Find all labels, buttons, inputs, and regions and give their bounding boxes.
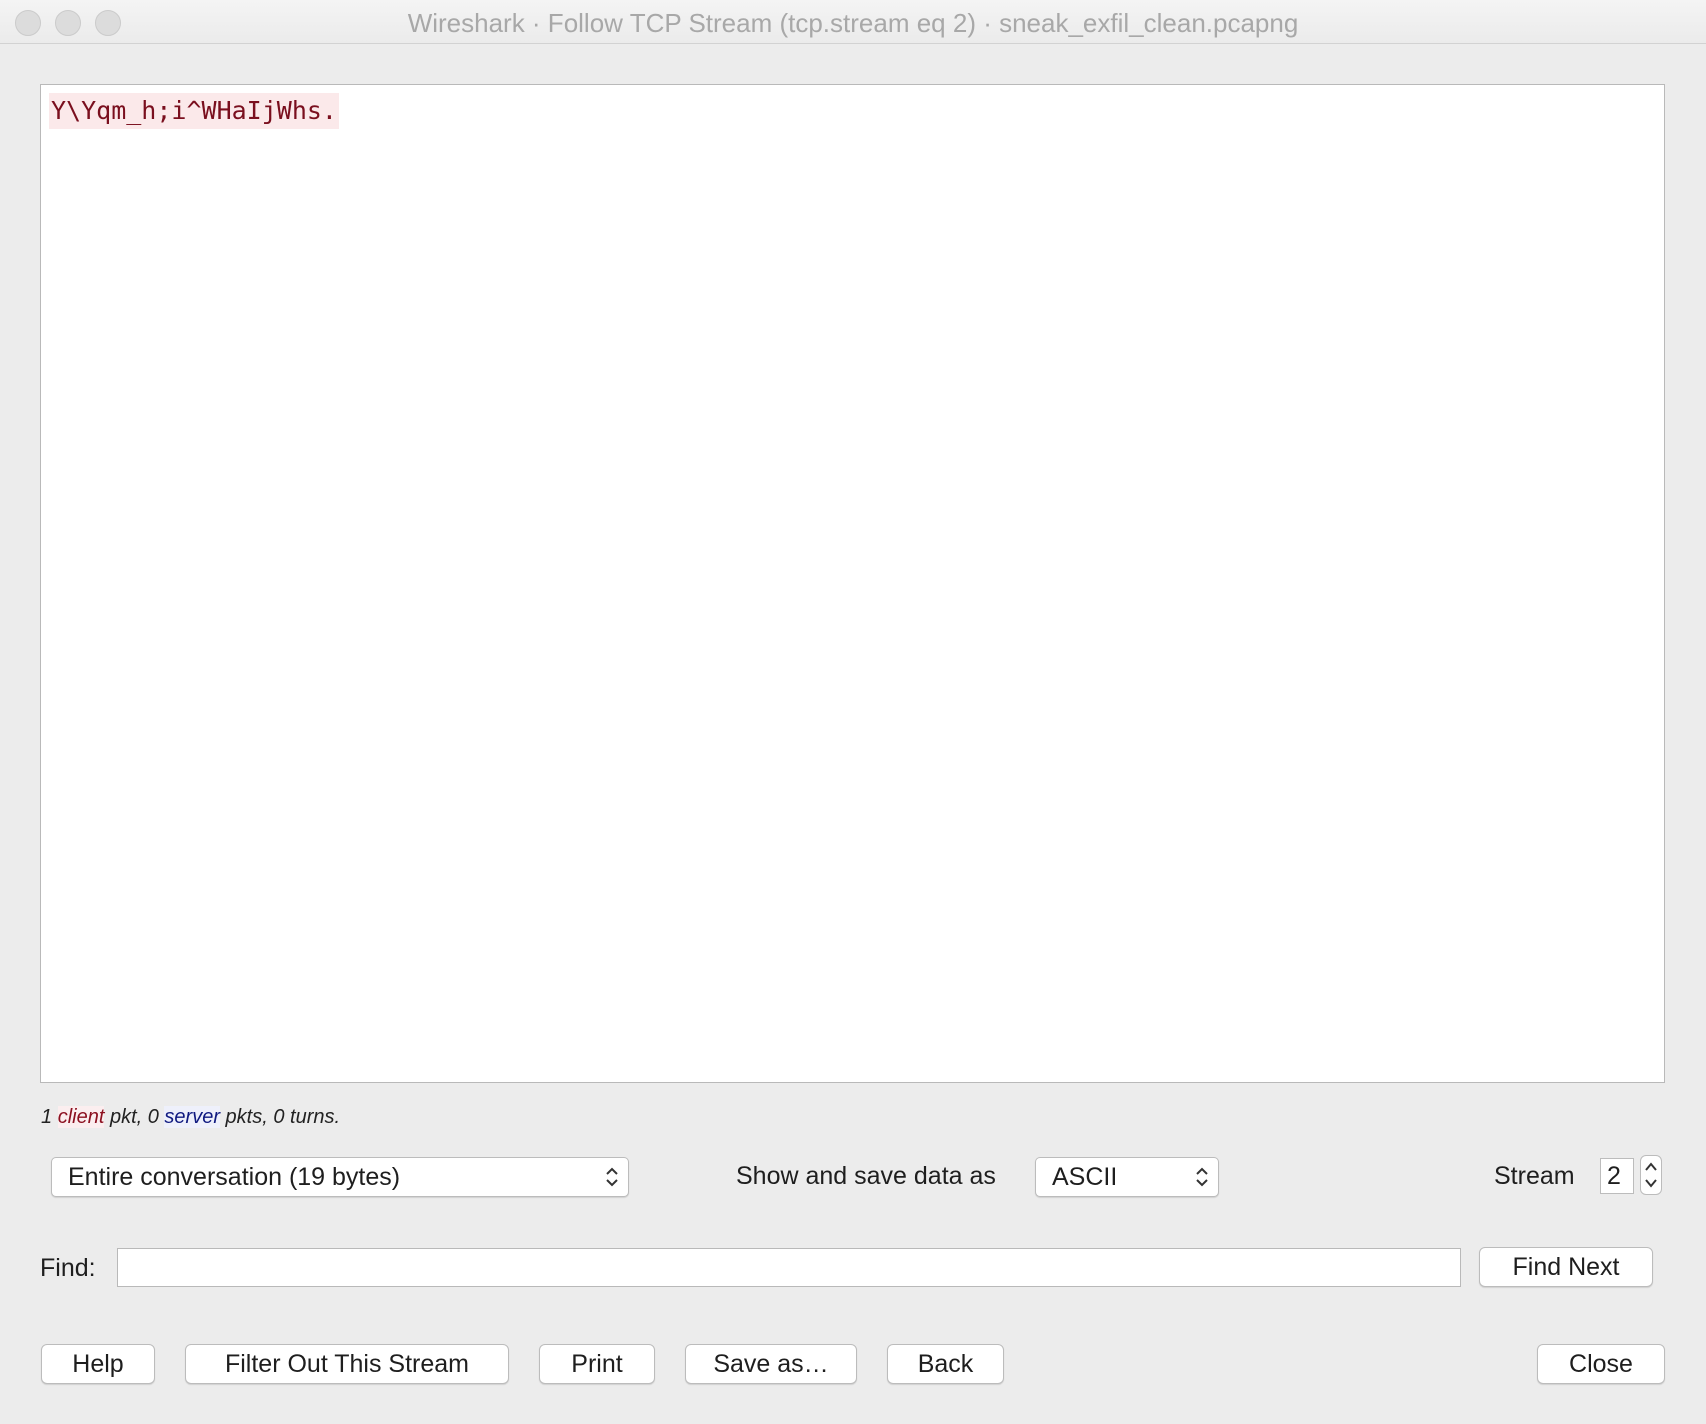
print-button[interactable]: Print bbox=[539, 1344, 655, 1384]
chevron-updown-icon bbox=[606, 1167, 618, 1187]
client-word: client bbox=[57, 1106, 105, 1128]
chevron-updown-icon bbox=[1196, 1167, 1208, 1187]
stream-number-input[interactable]: 2 bbox=[1600, 1158, 1634, 1194]
conversation-select[interactable]: Entire conversation (19 bytes) bbox=[51, 1157, 629, 1197]
filter-out-stream-button[interactable]: Filter Out This Stream bbox=[185, 1344, 509, 1384]
server-word: server bbox=[164, 1106, 220, 1128]
title-bar: Wireshark · Follow TCP Stream (tcp.strea… bbox=[0, 0, 1706, 44]
save-as-button[interactable]: Save as… bbox=[685, 1344, 857, 1384]
conversation-select-value: Entire conversation (19 bytes) bbox=[68, 1163, 401, 1191]
stream-stepper[interactable] bbox=[1640, 1155, 1662, 1195]
find-label: Find: bbox=[40, 1254, 96, 1282]
format-select[interactable]: ASCII bbox=[1035, 1157, 1219, 1197]
back-button[interactable]: Back bbox=[887, 1344, 1004, 1384]
window-title: Wireshark · Follow TCP Stream (tcp.strea… bbox=[407, 8, 1299, 38]
close-button[interactable]: Close bbox=[1537, 1344, 1665, 1384]
stream-stats: 1 client pkt, 0 server pkts, 0 turns. bbox=[41, 1106, 340, 1129]
format-select-value: ASCII bbox=[1052, 1163, 1118, 1191]
help-button[interactable]: Help bbox=[41, 1344, 155, 1384]
server-rest: pkts, 0 turns. bbox=[220, 1106, 341, 1128]
find-input[interactable] bbox=[117, 1248, 1461, 1287]
find-next-button[interactable]: Find Next bbox=[1479, 1247, 1653, 1287]
client-payload-text: Y\Yqm_h;i^WHaIjWhs. bbox=[49, 93, 339, 129]
stream-content-area[interactable]: Y\Yqm_h;i^WHaIjWhs. bbox=[40, 84, 1665, 1083]
stepper-arrows-icon bbox=[1645, 1162, 1657, 1188]
client-count: 1 bbox=[41, 1106, 53, 1128]
stream-label: Stream bbox=[1494, 1162, 1575, 1190]
show-save-label: Show and save data as bbox=[736, 1162, 996, 1190]
client-rest: pkt, 0 bbox=[104, 1106, 165, 1128]
